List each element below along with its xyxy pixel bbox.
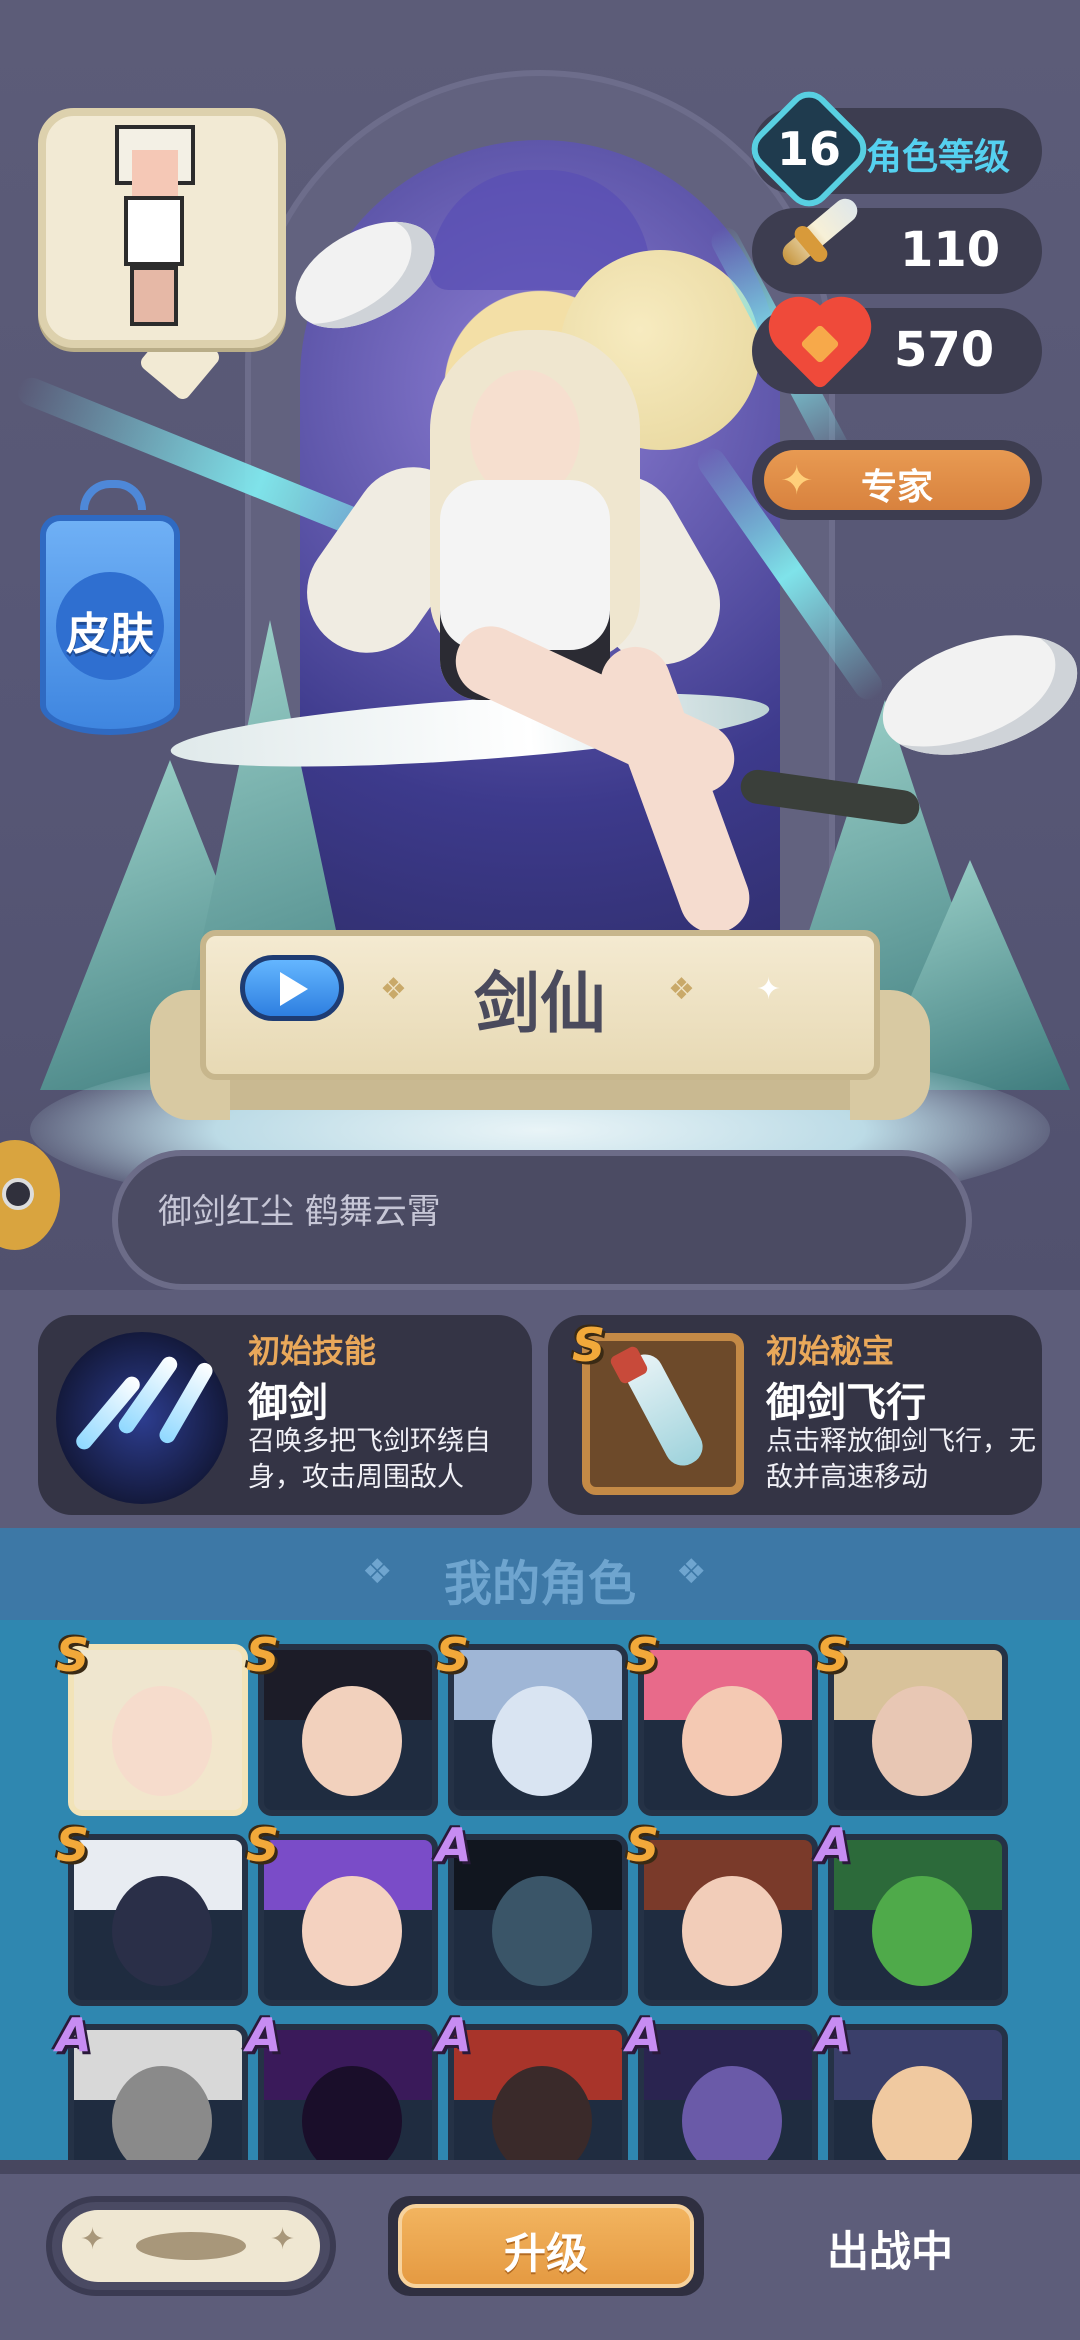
role-grade: S	[246, 1628, 280, 1682]
avatar-pixel-body	[124, 196, 184, 266]
roles-title: 我的角色	[443, 1556, 636, 1612]
skill-description: 召唤多把飞剑环绕自身，攻击周围敌人	[248, 1426, 491, 1493]
character-description: 御剑红尘 鹤舞云霄	[158, 1192, 441, 1232]
role-grade: A	[436, 2008, 472, 2062]
attack-value: 110	[900, 222, 1001, 278]
role-card-jianxian[interactable]	[68, 1644, 248, 1816]
role-card[interactable]	[828, 2024, 1008, 2160]
sparkle-icon: ✦	[80, 2222, 106, 2257]
bottom-bar-shadow	[0, 2160, 1080, 2174]
role-card[interactable]	[258, 1834, 438, 2006]
role-card[interactable]	[638, 2024, 818, 2160]
role-grade: A	[436, 1818, 472, 1872]
treasure-description: 点击释放御剑飞行，无敌并高速移动	[766, 1426, 1036, 1493]
deploy-status: 出战中	[826, 2227, 953, 2276]
level-value: 16	[776, 122, 841, 176]
role-grade: S	[56, 1818, 90, 1872]
role-grade: S	[246, 1818, 280, 1872]
skin-label: 皮肤	[66, 609, 154, 660]
role-grade: S	[436, 1628, 470, 1682]
roles-grid: S S S S S S S A S A A A A A A	[0, 1620, 1080, 2160]
role-grade: S	[816, 1628, 850, 1682]
role-portrait-face	[112, 1876, 212, 1986]
role-card[interactable]	[828, 1834, 1008, 2006]
skill-title: 初始技能	[248, 1332, 377, 1370]
skill-name: 御剑	[248, 1380, 328, 1426]
hp-value: 570	[894, 322, 995, 378]
role-card[interactable]	[638, 1834, 818, 2006]
filter-mark-icon	[136, 2232, 246, 2260]
role-card[interactable]	[68, 2024, 248, 2160]
treasure-grade: S	[572, 1318, 606, 1372]
eye-token-icon	[2, 1178, 34, 1210]
role-grade: S	[56, 1628, 90, 1682]
role-grade: A	[56, 2008, 92, 2062]
rank-label: 专家	[860, 467, 933, 508]
role-grade: S	[626, 1628, 660, 1682]
role-grade: A	[626, 2008, 662, 2062]
role-grade: A	[246, 2008, 282, 2062]
flying-swords-icon	[56, 1332, 228, 1504]
role-card[interactable]	[638, 1644, 818, 1816]
role-card[interactable]	[448, 1644, 628, 1816]
role-card[interactable]	[68, 1834, 248, 2006]
role-portrait-face	[302, 1876, 402, 1986]
role-card[interactable]	[448, 1834, 628, 2006]
role-portrait-face	[302, 1686, 402, 1796]
role-portrait-face	[682, 1686, 782, 1796]
role-grade: S	[626, 1818, 660, 1872]
treasure-name: 御剑飞行	[766, 1380, 926, 1426]
avatar-pixel-legs	[130, 266, 178, 326]
role-grade: A	[816, 1818, 852, 1872]
role-portrait-face	[492, 1686, 592, 1796]
role-card[interactable]	[448, 2024, 628, 2160]
sparkle-icon: ✦	[270, 2222, 296, 2257]
role-card[interactable]	[258, 2024, 438, 2160]
role-card[interactable]	[828, 1644, 1008, 1816]
role-portrait-face	[112, 1686, 212, 1796]
role-portrait-face	[682, 1876, 782, 1986]
treasure-title: 初始秘宝	[766, 1332, 895, 1370]
role-portrait-face	[492, 1876, 592, 1986]
role-grade: A	[816, 2008, 852, 2062]
role-portrait-face	[872, 1876, 972, 1986]
level-label: 角色等级	[866, 137, 1011, 178]
role-portrait-face	[872, 1686, 972, 1796]
character-name: 剑仙	[474, 965, 606, 1042]
role-card[interactable]	[258, 1644, 438, 1816]
avatar-pixel-face	[132, 150, 178, 196]
upgrade-label: 升级	[503, 2229, 588, 2278]
crane-bird	[871, 623, 1080, 767]
